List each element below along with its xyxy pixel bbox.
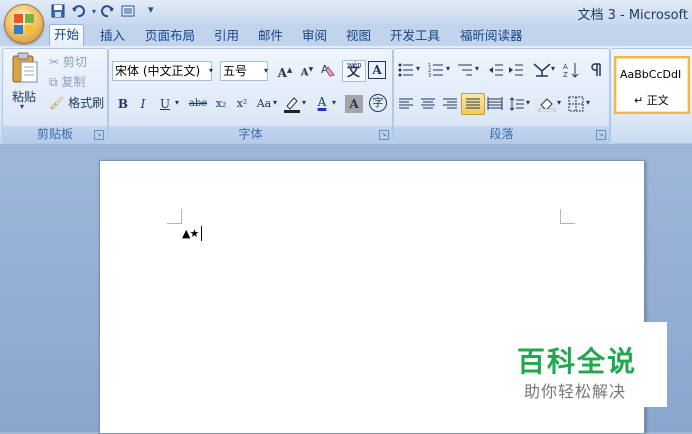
change-case-dropdown-icon[interactable]: ▾ — [273, 98, 277, 107]
borders-icon[interactable] — [568, 96, 584, 112]
svg-text:Z: Z — [563, 71, 568, 78]
scissors-icon: ✂ — [49, 55, 60, 69]
tab-foxit-reader[interactable]: 福昕阅读器 — [456, 26, 527, 46]
justify-icon — [466, 98, 480, 109]
underline-dropdown-icon[interactable]: ▾ — [175, 98, 179, 107]
font-launcher-icon[interactable]: ↘ — [379, 130, 389, 140]
format-painter-label: 格式刷 — [68, 96, 105, 110]
office-button[interactable] — [4, 4, 44, 44]
phonetic-guide-button[interactable]: wén 文 — [342, 60, 366, 82]
style-normal-tile[interactable]: AaBbCcDdI ↵ 正文 — [614, 56, 690, 114]
tab-developer[interactable]: 开发工具 — [386, 26, 444, 46]
strikethrough-button[interactable]: abe — [186, 95, 210, 113]
watermark-subtitle: 助你轻松解决 — [524, 382, 627, 401]
shrink-font-label: A — [300, 67, 309, 79]
grow-font-label: A — [277, 66, 287, 80]
highlight-icon[interactable] — [283, 95, 301, 113]
decrease-indent-icon[interactable] — [488, 62, 504, 78]
paste-dropdown-icon: ▾ — [20, 102, 25, 111]
svg-text:3: 3 — [428, 73, 431, 78]
subscript-button[interactable]: x₂ — [211, 95, 231, 113]
tab-mailings[interactable]: 邮件 — [254, 26, 287, 46]
cut-label: 剪切 — [62, 55, 87, 69]
bullets-icon[interactable] — [398, 62, 414, 78]
align-center-icon[interactable] — [420, 96, 436, 112]
paragraph-launcher-icon[interactable]: ↘ — [596, 130, 606, 140]
office-logo-icon — [14, 14, 34, 34]
change-case-button[interactable]: Aa — [254, 95, 274, 113]
character-shading-button[interactable]: A — [345, 95, 363, 113]
tab-references[interactable]: 引用 — [210, 26, 243, 46]
style-name-label: ↵ 正文 — [634, 94, 669, 107]
paste-button[interactable]: 粘贴 ▾ — [9, 52, 41, 111]
shrink-font-button[interactable]: A▼ — [298, 61, 316, 79]
enclose-characters-button[interactable]: 字 — [369, 94, 387, 112]
copy-icon: ⧉ — [49, 75, 58, 89]
watermark-title: 百科全说 — [517, 345, 638, 378]
undo-icon[interactable] — [70, 3, 86, 19]
save-icon[interactable] — [50, 3, 66, 19]
tab-page-layout[interactable]: 页面布局 — [141, 26, 199, 46]
font-name-select[interactable]: 宋体 (中文正文) — [112, 61, 212, 81]
show-marks-icon[interactable] — [588, 62, 604, 78]
clipboard-launcher-icon[interactable]: ↘ — [94, 130, 104, 140]
italic-button[interactable]: I — [134, 95, 152, 113]
copy-button[interactable]: ⧉ 复制 — [49, 73, 85, 90]
bold-button[interactable]: B — [114, 95, 132, 113]
numbering-dropdown-icon[interactable]: ▾ — [446, 64, 450, 73]
margin-mark-top-right — [560, 209, 575, 224]
align-right-icon[interactable] — [442, 96, 458, 112]
grow-font-button[interactable]: A▲ — [276, 61, 294, 80]
document-text: ▲★ — [182, 227, 199, 240]
highlight-dropdown-icon[interactable]: ▾ — [302, 98, 306, 107]
superscript-button[interactable]: x² — [232, 95, 252, 113]
font-name-dropdown-icon[interactable]: ▾ — [209, 62, 219, 80]
paintbrush-icon: 🖌 — [49, 96, 65, 110]
character-border-button[interactable]: A — [368, 61, 386, 79]
tab-view[interactable]: 视图 — [342, 26, 375, 46]
style-preview-text: AaBbCcDdI — [620, 68, 682, 81]
clipboard-group-label: 剪贴板 — [3, 126, 107, 143]
font-size-select[interactable]: 五号 — [220, 61, 268, 81]
sort-icon[interactable]: AZ — [563, 62, 579, 79]
chinese-layout-icon[interactable] — [533, 62, 551, 78]
print-preview-icon[interactable] — [120, 3, 136, 19]
justify-button[interactable] — [461, 93, 485, 115]
tab-review[interactable]: 审阅 — [298, 26, 331, 46]
paragraph-group-label: 段落 — [394, 126, 609, 143]
format-painter-button[interactable]: 🖌 格式刷 — [49, 94, 104, 111]
bullets-dropdown-icon[interactable]: ▾ — [416, 64, 420, 73]
cut-button[interactable]: ✂ 剪切 — [49, 53, 87, 70]
numbering-icon[interactable]: 123 — [428, 62, 444, 79]
chinese-layout-dropdown-icon[interactable]: ▾ — [551, 64, 555, 73]
clear-formatting-icon[interactable]: A — [318, 61, 336, 79]
margin-mark-top-left — [167, 209, 182, 224]
align-left-icon[interactable] — [398, 96, 414, 112]
paste-icon — [12, 52, 38, 83]
paragraph-shading-dropdown-icon[interactable]: ▾ — [557, 98, 561, 107]
multilevel-list-icon[interactable] — [457, 62, 473, 78]
font-color-dropdown-icon[interactable]: ▾ — [332, 98, 336, 107]
text-cursor — [201, 226, 202, 241]
copy-label: 复制 — [61, 75, 86, 89]
paragraph-shading-icon[interactable] — [538, 96, 556, 113]
borders-dropdown-icon[interactable]: ▾ — [586, 98, 590, 107]
font-size-dropdown-icon[interactable]: ▾ — [264, 62, 274, 80]
line-spacing-dropdown-icon[interactable]: ▾ — [526, 98, 530, 107]
redo-icon[interactable] — [100, 3, 116, 19]
svg-text:A: A — [563, 63, 568, 71]
line-spacing-icon[interactable] — [509, 96, 525, 112]
underline-button[interactable]: U — [156, 95, 174, 113]
font-color-button[interactable]: A — [313, 93, 331, 111]
customize-qat-icon[interactable]: ▾ — [148, 3, 154, 16]
window-title: 文档 3 - Microsoft — [577, 8, 688, 23]
multilevel-dropdown-icon[interactable]: ▾ — [475, 64, 479, 73]
tab-home[interactable]: 开始 — [49, 24, 85, 48]
distributed-icon[interactable] — [487, 96, 503, 112]
increase-indent-icon[interactable] — [508, 62, 524, 78]
tab-insert[interactable]: 插入 — [96, 26, 129, 46]
font-group-label: 字体 — [109, 126, 392, 143]
